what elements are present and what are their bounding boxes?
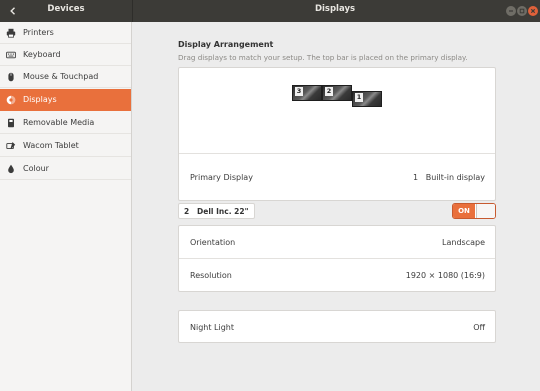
sidebar-item-printers[interactable]: Printers (0, 22, 131, 44)
section-title: Display Arrangement (178, 40, 274, 49)
sidebar: Printers Keyboard Mouse & Touchpad Displ… (0, 22, 132, 391)
monitor-number: 3 (295, 87, 303, 96)
monitor-3[interactable]: 3 (292, 85, 322, 101)
sidebar-item-keyboard[interactable]: Keyboard (0, 44, 131, 66)
resolution-value: 1920 × 1080 (16:9) (405, 271, 485, 280)
sidebar-item-wacom-tablet[interactable]: Wacom Tablet (0, 135, 131, 157)
toggle-on-label: ON (453, 204, 475, 218)
header-divider (132, 0, 133, 22)
section-subtitle: Drag displays to match your setup. The t… (178, 53, 468, 62)
mouse-icon (6, 72, 16, 82)
monitor-1[interactable]: 1 (352, 91, 382, 107)
close-button[interactable] (528, 6, 538, 16)
sidebar-title: Devices (47, 4, 85, 14)
monitor-number: 2 (325, 87, 333, 96)
display-arrangement-card: 3 2 1 Primary Display 1 Built-in display (178, 67, 496, 201)
back-button[interactable] (4, 3, 22, 19)
orientation-value: Landscape (442, 237, 485, 247)
maximize-button[interactable] (517, 6, 527, 16)
orientation-label: Orientation (190, 237, 236, 247)
sidebar-item-label: Displays (23, 95, 57, 104)
primary-display-value: 1 Built-in display (413, 172, 485, 182)
colour-icon (6, 164, 16, 174)
sidebar-item-colour[interactable]: Colour (0, 158, 131, 180)
night-light-row[interactable]: Night Light Off (179, 311, 495, 344)
toggle-knob (476, 204, 495, 218)
printer-icon (6, 28, 16, 38)
arrangement-area: 3 2 1 (179, 68, 495, 154)
maximize-icon (519, 8, 525, 14)
monitor-2[interactable]: 2 (322, 85, 352, 101)
minimize-button[interactable] (506, 6, 516, 16)
orientation-row[interactable]: Orientation Landscape (179, 226, 495, 259)
sidebar-item-label: Wacom Tablet (23, 141, 79, 150)
header-bar: Devices Displays (0, 0, 540, 22)
night-light-label: Night Light (190, 323, 234, 332)
chevron-left-icon (10, 7, 15, 15)
display-settings-card: Orientation Landscape Resolution 1920 × … (178, 225, 496, 292)
monitor-number: 1 (355, 93, 363, 102)
removable-media-icon (6, 118, 16, 128)
night-light-card: Night Light Off (178, 310, 496, 343)
monitor-name-label: 2 Dell Inc. 22" (178, 203, 255, 219)
tablet-icon (6, 141, 16, 151)
sidebar-item-label: Removable Media (23, 118, 95, 127)
minimize-icon (509, 10, 513, 12)
sidebar-item-label: Keyboard (23, 50, 61, 59)
sidebar-item-label: Printers (23, 28, 54, 37)
night-light-value: Off (473, 323, 485, 332)
primary-display-label: Primary Display (190, 172, 253, 182)
keyboard-icon (6, 50, 16, 60)
display-icon (6, 95, 16, 105)
sidebar-item-displays[interactable]: Displays (0, 89, 131, 111)
sidebar-item-removable-media[interactable]: Removable Media (0, 112, 131, 134)
sidebar-item-label: Colour (23, 164, 49, 173)
resolution-row[interactable]: Resolution 1920 × 1080 (16:9) (179, 259, 495, 292)
main-panel: Display Arrangement Drag displays to mat… (133, 22, 540, 391)
close-icon (530, 8, 536, 14)
sidebar-item-label: Mouse & Touchpad (23, 72, 99, 81)
window-title: Displays (314, 4, 356, 14)
display-on-toggle[interactable]: ON (452, 203, 496, 219)
sidebar-item-mouse-touchpad[interactable]: Mouse & Touchpad (0, 66, 131, 88)
resolution-label: Resolution (190, 271, 232, 280)
primary-display-row[interactable]: Primary Display 1 Built-in display (179, 154, 495, 200)
